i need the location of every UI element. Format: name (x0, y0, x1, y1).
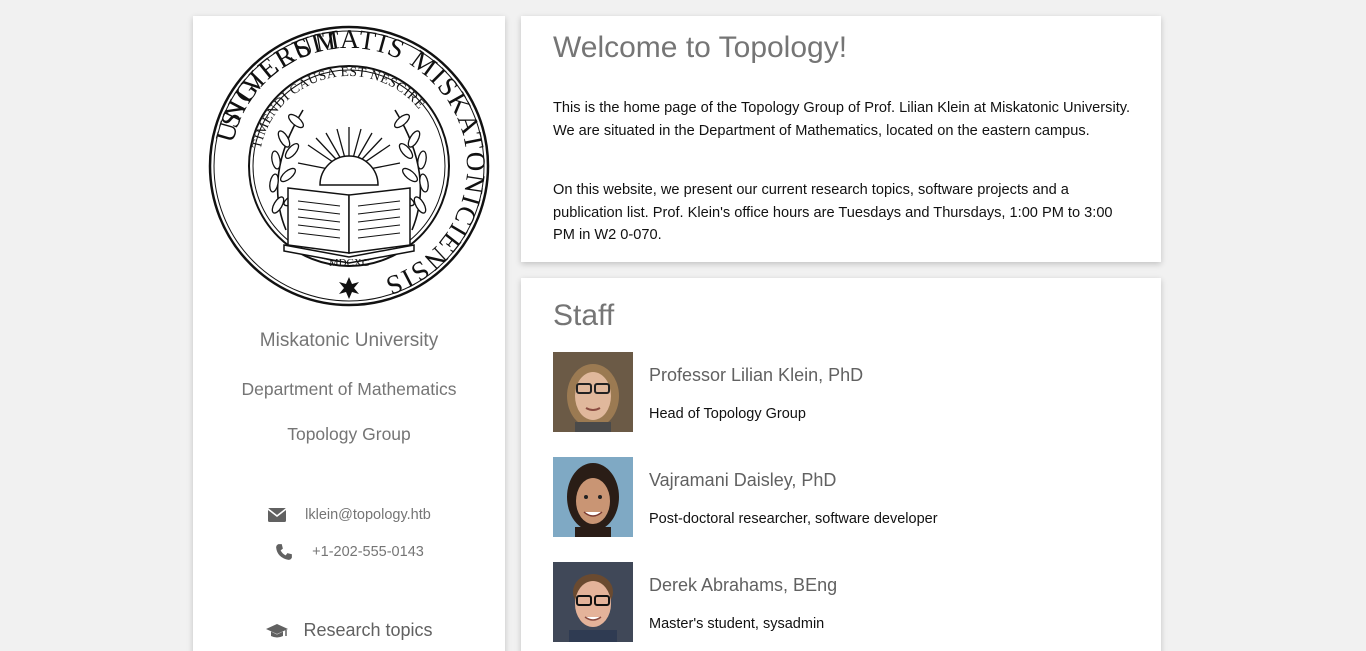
staff-member: Professor Lilian Klein, PhD Head of Topo… (553, 352, 1153, 432)
email-link[interactable]: lklein@topology.htb (305, 507, 431, 523)
university-name: Miskatonic University (259, 330, 439, 351)
staff-member: Derek Abrahams, BEng Master's student, s… (553, 562, 1153, 642)
graduation-cap-icon (266, 623, 289, 637)
staff-title: Staff (553, 299, 615, 332)
staff-photo (553, 457, 633, 537)
svg-text:MDCXC: MDCXC (329, 257, 369, 269)
phone-icon (276, 544, 293, 560)
staff-card: Staff Professor Lilian Klein, PhD Head o… (521, 278, 1161, 651)
department-name: Department of Mathematics (241, 379, 457, 399)
welcome-title: Welcome to Topology! (553, 31, 848, 64)
phone-number: +1-202-555-0143 (312, 544, 424, 560)
welcome-paragraph: On this website, we present our current … (553, 182, 1113, 243)
staff-role: Master's student, sysadmin (649, 616, 825, 632)
welcome-card: Welcome to Topology! This is the home pa… (521, 16, 1161, 262)
staff-name: Derek Abrahams, BEng (649, 575, 838, 595)
university-seal-logo: UNIVERSITATIS MISKATONICIENSIS SIGILLUM … (208, 25, 490, 307)
envelope-icon (267, 508, 287, 522)
phone-contact: +1-202-555-0143 (193, 543, 505, 561)
nav-research-topics[interactable]: Research topics (193, 620, 505, 641)
staff-role: Post-doctoral researcher, software devel… (649, 511, 938, 527)
group-name: Topology Group (287, 424, 411, 444)
staff-name: Professor Lilian Klein, PhD (649, 365, 864, 385)
staff-member: Vajramani Daisley, PhD Post-doctoral res… (553, 457, 1153, 537)
staff-role: Head of Topology Group (649, 406, 806, 422)
nav-label: Research topics (303, 620, 433, 640)
welcome-paragraph: This is the home page of the Topology Gr… (553, 100, 1131, 139)
staff-name: Vajramani Daisley, PhD (649, 470, 837, 490)
sidebar: UNIVERSITATIS MISKATONICIENSIS SIGILLUM … (193, 16, 505, 651)
email-contact: lklein@topology.htb (193, 506, 505, 524)
staff-photo (553, 562, 633, 642)
staff-photo (553, 352, 633, 432)
